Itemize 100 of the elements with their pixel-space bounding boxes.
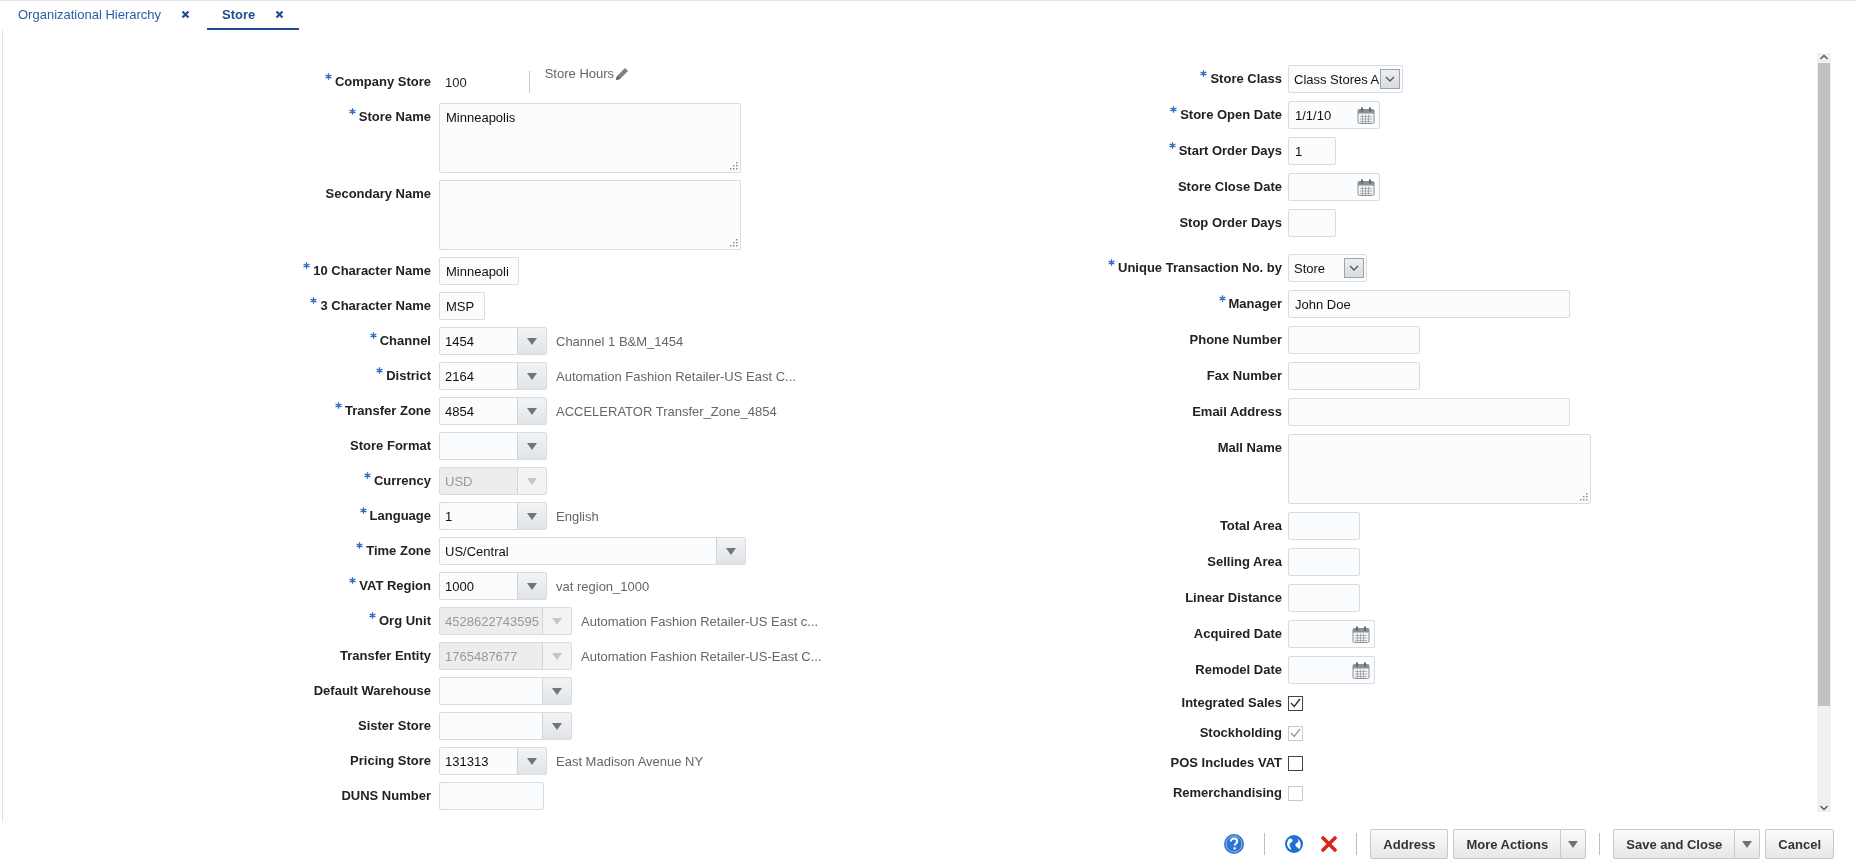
pencil-icon[interactable] — [614, 66, 631, 82]
checkbox[interactable] — [1288, 695, 1303, 711]
dropdown-button[interactable] — [517, 573, 546, 599]
field-label: Transfer Zone — [345, 402, 431, 420]
tab[interactable]: Store — [207, 1, 300, 30]
scroll-thumb[interactable] — [1818, 63, 1830, 706]
date-field[interactable] — [1288, 173, 1380, 201]
dropdown-button[interactable] — [517, 328, 546, 354]
dropdown-field[interactable]: 4854 — [439, 397, 547, 425]
tab[interactable]: Organizational Hierarchy — [3, 1, 206, 30]
caret-icon — [527, 407, 537, 415]
field-description: Automation Fashion Retailer-US East C... — [556, 368, 796, 384]
dropdown-button[interactable] — [517, 748, 546, 774]
dropdown-button[interactable] — [542, 678, 571, 704]
checkbox[interactable] — [1288, 755, 1303, 771]
field-label: Store Open Date — [1180, 106, 1282, 124]
action-button[interactable]: Cancel — [1765, 829, 1834, 859]
caret-icon — [552, 722, 562, 730]
close-icon[interactable] — [275, 10, 285, 19]
date-field[interactable] — [1288, 620, 1375, 648]
caret-icon — [527, 582, 537, 590]
chevron-up-icon[interactable] — [1819, 53, 1829, 61]
calendar-icon[interactable] — [1357, 106, 1375, 124]
dropdown-field[interactable] — [439, 677, 572, 705]
field-label: Company Store — [334, 73, 431, 91]
dropdown-field[interactable]: 1000 — [439, 572, 547, 600]
chevron-down-icon — [1349, 265, 1359, 271]
dropdown-field[interactable]: US/Central — [439, 537, 746, 565]
text-field[interactable] — [1288, 548, 1360, 576]
field-label: Pricing Store — [350, 752, 431, 770]
caret-icon — [527, 337, 537, 345]
date-field[interactable] — [1288, 656, 1375, 684]
dropdown-button[interactable] — [1380, 69, 1400, 89]
close-icon[interactable] — [181, 10, 191, 19]
text-field[interactable] — [439, 782, 544, 810]
field-label: Store Class — [1210, 70, 1282, 88]
action-button[interactable]: More Actions — [1453, 829, 1562, 859]
field-label: Remodel Date — [1195, 661, 1282, 679]
text-field[interactable] — [1288, 398, 1570, 426]
dropdown-button[interactable] — [542, 713, 571, 739]
caret-icon — [552, 687, 562, 695]
help-icon[interactable] — [1223, 833, 1246, 855]
text-field[interactable]: 1 — [1288, 137, 1336, 165]
globe-icon[interactable] — [1284, 834, 1305, 854]
field-label: Fax Number — [1206, 367, 1282, 385]
dropdown-field[interactable]: Class Stores A — [1288, 65, 1403, 93]
dropdown-button[interactable] — [517, 503, 546, 529]
text-field[interactable]: MSP — [439, 292, 485, 320]
resize-handle-icon[interactable] — [1580, 493, 1588, 501]
field-label: Currency — [373, 472, 431, 490]
field-label: Manager — [1228, 295, 1282, 313]
caret-icon — [527, 757, 537, 765]
field-label: VAT Region — [359, 577, 431, 595]
field-description: vat region_1000 — [556, 578, 650, 594]
field-label: 3 Character Name — [320, 297, 431, 315]
text-field[interactable] — [1288, 209, 1336, 237]
dropdown-field[interactable] — [439, 432, 547, 460]
dropdown-button[interactable] — [1735, 829, 1761, 859]
field-value: 100 — [444, 74, 467, 90]
text-field[interactable] — [1288, 362, 1420, 390]
text-field[interactable] — [1288, 512, 1360, 540]
field-description: Automation Fashion Retailer-US-East C... — [581, 648, 822, 664]
link[interactable]: Store Hours — [544, 66, 615, 81]
caret-icon — [552, 617, 562, 625]
dropdown-field[interactable]: 2164 — [439, 362, 547, 390]
action-button[interactable]: Address — [1370, 829, 1449, 859]
field-label: Store Format — [350, 437, 431, 455]
dropdown-field[interactable] — [439, 712, 572, 740]
dropdown-button[interactable] — [1561, 829, 1587, 859]
field-description: English — [556, 508, 599, 524]
caret-icon — [527, 477, 537, 485]
delete-icon[interactable] — [1321, 836, 1338, 852]
dropdown-field[interactable]: Store — [1288, 254, 1367, 282]
date-field[interactable]: 1/1/10 — [1288, 101, 1380, 129]
text-field[interactable]: Minneapoli — [439, 257, 519, 285]
dropdown-field[interactable]: 1 — [439, 502, 547, 530]
caret-icon[interactable] — [1568, 840, 1579, 848]
calendar-icon[interactable] — [1357, 178, 1375, 196]
chevron-down-icon[interactable] — [1819, 804, 1829, 812]
scrollbar[interactable] — [1817, 53, 1831, 812]
dropdown-button[interactable] — [517, 398, 546, 424]
field-label: Sister Store — [358, 717, 431, 735]
text-area[interactable]: Minneapolis — [439, 103, 741, 173]
action-button[interactable]: Save and Close — [1613, 829, 1736, 859]
dropdown-button[interactable] — [716, 538, 745, 564]
field-label: Transfer Entity — [339, 647, 431, 665]
calendar-icon[interactable] — [1352, 625, 1370, 643]
caret-icon[interactable] — [1742, 840, 1753, 848]
resize-handle-icon[interactable] — [730, 162, 738, 170]
dropdown-button[interactable] — [1344, 258, 1364, 278]
resize-handle-icon[interactable] — [730, 239, 738, 247]
dropdown-field[interactable]: 1454 — [439, 327, 547, 355]
dropdown-button[interactable] — [517, 433, 546, 459]
text-field[interactable]: John Doe — [1288, 290, 1570, 318]
text-field[interactable] — [1288, 326, 1420, 354]
field-label: Total Area — [1219, 517, 1282, 535]
calendar-icon[interactable] — [1352, 661, 1370, 679]
dropdown-button[interactable] — [517, 363, 546, 389]
text-field[interactable] — [1288, 584, 1360, 612]
dropdown-field[interactable]: 131313 — [439, 747, 547, 775]
